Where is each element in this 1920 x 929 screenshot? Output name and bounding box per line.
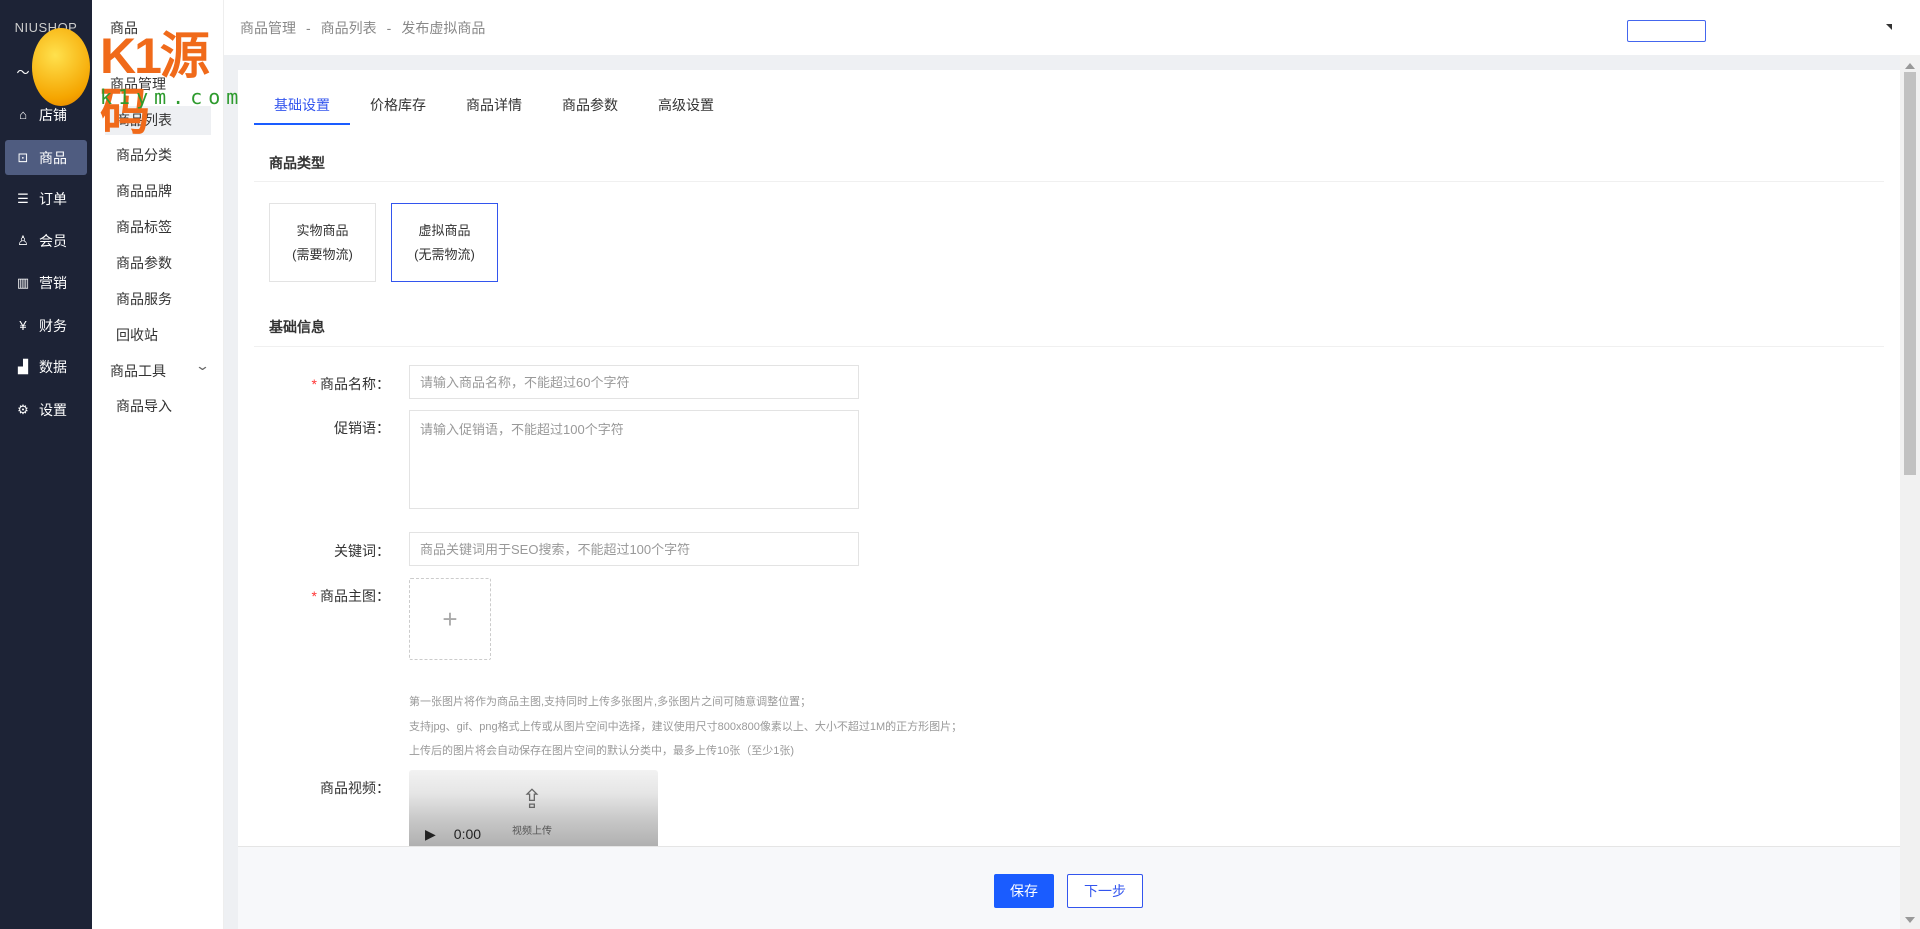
bar-chart-icon: ▥ <box>16 274 30 290</box>
goods-name-label: * 商品名称： <box>311 376 390 392</box>
subnav-item-params[interactable]: 商品参数 <box>105 249 211 278</box>
nav-label: 数据 <box>39 358 67 375</box>
nav-overview[interactable]: 〜概况 <box>5 54 87 89</box>
divider <box>254 346 1884 347</box>
keywords-input[interactable] <box>409 532 859 566</box>
subnav-title: 商品 <box>110 20 138 36</box>
breadcrumb-item: 发布虚拟商品 <box>401 20 486 36</box>
type-name: 实物商品 <box>296 223 349 238</box>
nav-label: 商品 <box>39 149 67 166</box>
nav-marketing[interactable]: ▥ 营销 <box>5 265 87 300</box>
nav-settings[interactable]: ⚙ 设置 <box>5 392 87 427</box>
promo-label: 促销语： <box>334 420 390 436</box>
tab-bar: 基础设置 价格库存 商品详情 商品参数 高级设置 <box>254 94 734 125</box>
subnav-item-recycle[interactable]: 回收站 <box>105 321 211 350</box>
subnav-item-goods-list[interactable]: 商品列表 <box>105 106 211 135</box>
subnav-item-brand[interactable]: 商品品牌 <box>105 177 211 206</box>
divider <box>254 181 1884 182</box>
video-time: 0:00 <box>453 826 482 842</box>
upload-icon: ⇪ <box>521 784 543 814</box>
nav-store[interactable]: ⌂ 店铺 <box>5 97 87 132</box>
nav-label: 营销 <box>39 274 67 291</box>
gear-icon: ⚙ <box>17 401 29 417</box>
type-desc: (需要物流) <box>292 247 353 262</box>
subnav-group-tools[interactable]: 商品工具 <box>110 361 166 381</box>
next-step-button[interactable]: 下一步 <box>1067 874 1143 908</box>
nav-label: 概况 <box>39 63 67 80</box>
nav-label: 设置 <box>39 401 67 418</box>
scroll-down-icon[interactable] <box>1905 917 1915 923</box>
subnav-item-tags[interactable]: 商品标签 <box>105 213 211 242</box>
brand-logo: NIUSHOP <box>14 20 78 35</box>
section-title-basic: 基础信息 <box>269 319 325 335</box>
tab-details[interactable]: 商品详情 <box>446 94 542 125</box>
header-action-button[interactable] <box>1627 20 1706 42</box>
tab-price-stock[interactable]: 价格库存 <box>350 94 446 125</box>
play-icon[interactable]: ▶ <box>425 826 436 843</box>
form-footer: 保存 下一步 <box>238 846 1900 929</box>
breadcrumb-item[interactable]: 商品列表 <box>321 20 377 36</box>
nav-label: 店铺 <box>39 106 67 123</box>
tab-advanced[interactable]: 高级设置 <box>638 94 734 125</box>
type-physical[interactable]: 实物商品 (需要物流) <box>269 203 376 282</box>
video-label: 商品视频： <box>320 780 390 796</box>
breadcrumb-separator: - <box>386 20 392 36</box>
main-image-label: * 商品主图： <box>311 588 390 604</box>
nav-finance[interactable]: ¥ 财务 <box>5 308 87 343</box>
subnav-item-import[interactable]: 商品导入 <box>105 392 211 421</box>
tab-basic[interactable]: 基础设置 <box>254 94 350 125</box>
nav-members[interactable]: ♙ 会员 <box>5 223 87 258</box>
breadcrumb-separator: - <box>306 20 311 36</box>
data-icon: ▟ <box>18 358 28 374</box>
nav-data[interactable]: ▟ 数据 <box>5 349 87 384</box>
nav-label: 订单 <box>39 190 67 207</box>
clipboard-icon: ☰ <box>17 190 29 206</box>
nav-orders[interactable]: ☰ 订单 <box>5 181 87 216</box>
top-header: 商品管理 - 商品列表 - 发布虚拟商品 <box>224 0 1920 55</box>
goods-name-input[interactable] <box>409 365 859 399</box>
help-text: 支持jpg、gif、png格式上传或从图片空间中选择，建议使用尺寸800x800… <box>409 721 963 733</box>
help-text: 上传后的图片将会自动保存在图片空间的默认分类中，最多上传10张（至少1张) <box>409 745 795 757</box>
nav-goods[interactable]: ⊡ 商品 <box>5 140 87 175</box>
tab-params[interactable]: 商品参数 <box>542 94 638 125</box>
type-virtual[interactable]: 虚拟商品 (无需物流) <box>391 203 498 282</box>
page-scrollbar[interactable] <box>1900 55 1920 929</box>
image-upload-button[interactable]: + <box>409 578 491 660</box>
video-upload[interactable]: ⇪ 视频上传 ▶ 0:00 <box>409 770 658 846</box>
chart-line-icon: 〜 <box>16 65 30 80</box>
type-name: 虚拟商品 <box>418 223 471 238</box>
nav-label: 会员 <box>39 232 67 249</box>
bag-icon: ⊡ <box>17 149 29 165</box>
type-desc: (无需物流) <box>414 247 475 262</box>
save-button[interactable]: 保存 <box>994 874 1054 908</box>
form-card: 基础设置 价格库存 商品详情 商品参数 高级设置 商品类型 实物商品 (需要物流)… <box>238 70 1900 846</box>
sub-sidebar: 商品 商品管理 商品列表 商品分类 商品品牌 商品标签 商品参数 商品服务 回收… <box>92 0 224 929</box>
chevron-down-icon[interactable]: ⌄ <box>195 358 210 374</box>
plus-icon: + <box>442 603 458 634</box>
video-controls: ▶ 0:00 <box>409 822 658 846</box>
yen-icon: ¥ <box>19 318 27 333</box>
promo-textarea[interactable] <box>409 410 859 509</box>
subnav-item-category[interactable]: 商品分类 <box>105 141 211 170</box>
breadcrumb: 商品管理 - 商品列表 - 发布虚拟商品 <box>240 18 485 38</box>
main-sidebar: NIUSHOP 〜概况 ⌂ 店铺 ⊡ 商品 ☰ 订单 ♙ 会员 ▥ 营销 ¥ 财务 ▟ 数据 … <box>0 0 92 929</box>
scrollbar-thumb[interactable] <box>1904 72 1916 475</box>
subnav-item-services[interactable]: 商品服务 <box>105 285 211 314</box>
scroll-up-icon[interactable] <box>1905 63 1915 69</box>
nav-label: 财务 <box>39 317 67 334</box>
subnav-group-goods-management[interactable]: 商品管理 <box>110 74 166 94</box>
breadcrumb-item[interactable]: 商品管理 <box>240 20 296 36</box>
user-menu-caret-icon[interactable] <box>1886 24 1892 30</box>
user-icon: ♙ <box>17 232 29 248</box>
keywords-label: 关键词： <box>334 543 390 559</box>
section-title-type: 商品类型 <box>269 155 325 171</box>
help-text: 第一张图片将作为商品主图,支持同时上传多张图片,多张图片之间可随意调整位置； <box>409 696 812 708</box>
store-icon: ⌂ <box>19 107 27 122</box>
